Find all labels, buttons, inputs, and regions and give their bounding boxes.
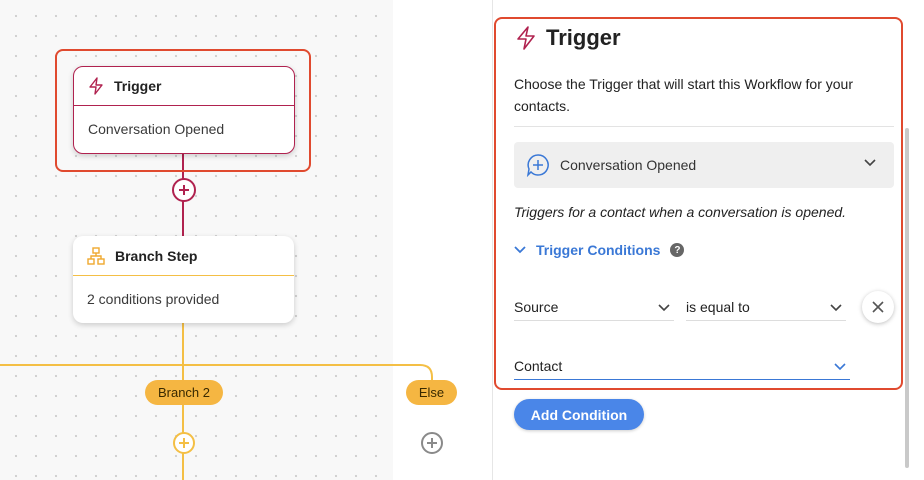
chevron-down-icon bbox=[658, 304, 670, 312]
trigger-conditions-toggle[interactable]: Trigger Conditions ? bbox=[514, 242, 685, 258]
trigger-conditions-label: Trigger Conditions bbox=[536, 242, 661, 258]
condition-operator-select[interactable]: is equal to bbox=[686, 294, 846, 321]
add-step-branch-2-button[interactable] bbox=[173, 432, 195, 454]
trigger-node[interactable]: Trigger Conversation Opened bbox=[73, 66, 295, 154]
branch-node[interactable]: Branch Step 2 conditions provided bbox=[73, 236, 294, 323]
trigger-node-subtitle: Conversation Opened bbox=[88, 121, 225, 137]
bolt-icon bbox=[89, 77, 103, 95]
panel-description: Choose the Trigger that will start this … bbox=[514, 76, 853, 114]
panel-scrollbar[interactable] bbox=[905, 128, 909, 468]
condition-value: Contact bbox=[514, 358, 563, 374]
branch-icon bbox=[87, 246, 105, 265]
branch-node-title: Branch Step bbox=[115, 247, 198, 264]
chevron-down-icon bbox=[514, 246, 526, 254]
chat-plus-icon bbox=[526, 154, 549, 177]
condition-field-select[interactable]: Source bbox=[514, 294, 674, 321]
add-node-icon bbox=[427, 438, 437, 448]
trigger-type-value: Conversation Opened bbox=[560, 157, 697, 173]
panel-title: Trigger bbox=[516, 25, 621, 51]
panel-divider bbox=[492, 0, 493, 480]
remove-condition-button[interactable] bbox=[862, 291, 894, 323]
bolt-icon bbox=[517, 26, 535, 50]
branch-node-subtitle: 2 conditions provided bbox=[87, 291, 220, 307]
add-condition-button[interactable]: Add Condition bbox=[514, 399, 644, 430]
chevron-down-icon bbox=[864, 159, 876, 167]
trigger-type-select[interactable]: Conversation Opened bbox=[514, 142, 894, 188]
close-icon bbox=[872, 301, 884, 313]
add-node-icon bbox=[179, 438, 189, 448]
help-icon[interactable]: ? bbox=[670, 243, 685, 257]
condition-operator-value: is equal to bbox=[686, 299, 750, 315]
trigger-description: Triggers for a contact when a conversati… bbox=[514, 204, 847, 220]
condition-field-value: Source bbox=[514, 299, 559, 315]
else-label[interactable]: Else bbox=[406, 380, 457, 405]
condition-value-select[interactable]: Contact bbox=[514, 353, 850, 380]
panel-separator bbox=[514, 126, 894, 127]
add-step-button[interactable] bbox=[172, 178, 196, 202]
chevron-down-icon bbox=[830, 304, 842, 312]
trigger-node-title: Trigger bbox=[114, 78, 162, 94]
chevron-down-icon bbox=[834, 363, 846, 371]
panel-title-text: Trigger bbox=[546, 25, 621, 50]
add-node-icon bbox=[179, 185, 189, 195]
branch-2-label[interactable]: Branch 2 bbox=[145, 380, 223, 405]
add-step-else-button[interactable] bbox=[421, 432, 443, 454]
